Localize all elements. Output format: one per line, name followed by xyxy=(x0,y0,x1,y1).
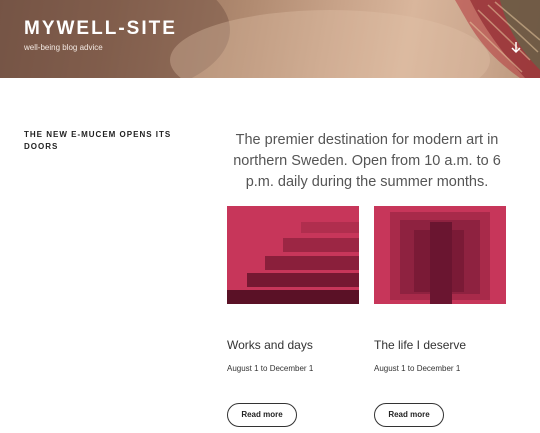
event-card-date: August 1 to December 1 xyxy=(374,364,461,373)
read-more-button[interactable]: Read more xyxy=(374,403,444,427)
event-card: The life I deserve August 1 to December … xyxy=(374,206,506,427)
event-card-title[interactable]: Works and days xyxy=(227,338,313,352)
site-header-hero: MYWELL-SITE well-being blog advice xyxy=(0,0,540,78)
event-card-date: August 1 to December 1 xyxy=(227,364,314,373)
read-more-button[interactable]: Read more xyxy=(227,403,297,427)
event-card-title[interactable]: The life I deserve xyxy=(374,338,466,352)
event-card: Works and days August 1 to December 1 Re… xyxy=(227,206,359,427)
arrow-down-icon[interactable] xyxy=(511,42,521,54)
intro-text: The premier destination for modern art i… xyxy=(233,132,501,190)
section-title: THE NEW E-MUCEM OPENS ITS DOORS xyxy=(24,130,172,151)
site-title[interactable]: MYWELL-SITE xyxy=(24,18,177,40)
site-tagline: well-being blog advice xyxy=(24,43,103,52)
event-card-image[interactable] xyxy=(227,206,359,304)
event-card-image[interactable] xyxy=(374,206,506,304)
